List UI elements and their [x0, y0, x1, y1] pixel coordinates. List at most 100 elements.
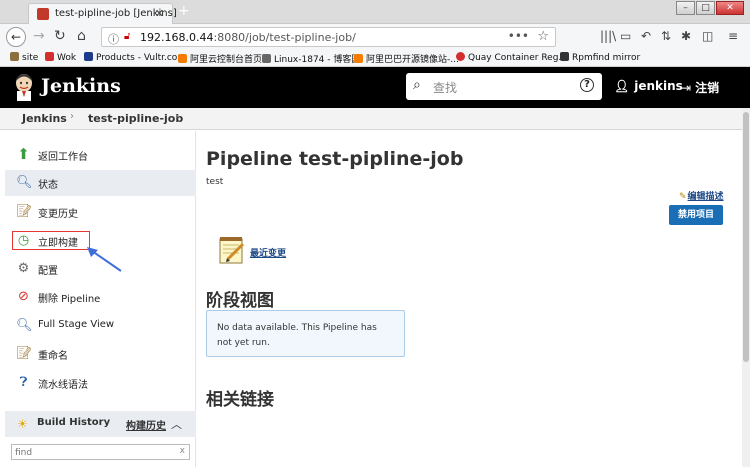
jenkins-brand[interactable]: Jenkins	[41, 75, 121, 97]
task-changes[interactable]: 📝︎ 变更历史	[5, 199, 196, 225]
edit-icon: ✎	[679, 192, 687, 202]
bookmark-item[interactable]: 阿里巴巴开源镜像站-...	[354, 52, 459, 65]
find-input[interactable]	[12, 446, 172, 460]
task-pipeline-syntax[interactable]: ❓︎ 流水线语法	[5, 370, 196, 396]
breadcrumb-job[interactable]: test-pipline-job	[88, 112, 183, 125]
bookmark-label: site	[22, 53, 39, 63]
bookmark-item[interactable]: Rpmfind mirror	[560, 52, 640, 63]
notepad-icon	[219, 237, 245, 264]
logout-icon: ⇥	[681, 81, 692, 95]
breadcrumb: Jenkins › test-pipline-job ›	[0, 108, 750, 130]
scrollbar-thumb[interactable]	[743, 112, 749, 362]
vultr-icon	[84, 52, 93, 61]
new-tab-button[interactable]: +	[178, 3, 190, 19]
url-host: 192.168.0.44	[140, 31, 214, 44]
sidebar-icon[interactable]: ▭	[620, 29, 631, 43]
clear-icon[interactable]: x	[180, 446, 185, 456]
bookmark-item[interactable]: site	[10, 52, 38, 63]
search-icon: ⌕	[413, 77, 421, 93]
task-status[interactable]: 🔍︎ 状态	[5, 170, 196, 196]
recent-changes-link[interactable]: 最近变更	[250, 246, 286, 259]
library-icon[interactable]: |||\	[600, 29, 616, 43]
aliyun-icon	[178, 54, 187, 63]
breadcrumb-jenkins[interactable]: Jenkins	[22, 112, 67, 125]
home-button[interactable]: ⌂	[77, 28, 86, 44]
bookmark-star-icon[interactable]: ☆	[537, 29, 549, 44]
page-title: Pipeline test-pipline-job	[206, 148, 464, 170]
chevron-right-icon[interactable]: ›	[175, 111, 179, 122]
undo-icon[interactable]: ↶	[641, 29, 651, 43]
bookmark-label: 阿里巴巴开源镜像站-...	[366, 55, 459, 65]
bookmark-label: Rpmfind mirror	[572, 53, 641, 63]
sun-icon: ☀	[17, 417, 28, 431]
url-text: 192.168.0.44:8080/job/test-pipline-job/	[140, 31, 356, 44]
build-history-header: ☀ Build History 构建历史 ︿	[5, 411, 196, 437]
browser-navbar: ← → ↻ ⌂ ⓘ 🔓︎ 192.168.0.44:8080/job/test-…	[0, 24, 750, 50]
url-path: :8080/job/test-pipline-job/	[213, 31, 356, 44]
help-icon: ❓︎	[19, 375, 28, 390]
stage-view-heading: 阶段视图	[206, 291, 274, 311]
bookmarks-bar: site Wok Products - Vultr.com 阿里云控制台首页 L…	[0, 50, 750, 67]
tab-close-icon[interactable]: ✕	[155, 7, 164, 20]
address-bar[interactable]: ⓘ 🔓︎ 192.168.0.44:8080/job/test-pipline-…	[101, 27, 556, 47]
edit-description-link[interactable]: ✎编辑描述	[679, 189, 724, 202]
task-label: 删除 Pipeline	[38, 294, 101, 305]
folder-icon	[10, 52, 19, 61]
aliyun-mirror-icon	[354, 54, 363, 63]
menu-icon[interactable]: ≡	[728, 29, 738, 43]
quay-icon	[456, 52, 465, 61]
task-delete-pipeline[interactable]: ⊘ 删除 Pipeline	[5, 284, 196, 310]
search-box[interactable]: ⌕ 查找 ?	[406, 73, 602, 100]
collapse-icon[interactable]: ︿	[171, 416, 182, 432]
vertical-scrollbar[interactable]	[742, 108, 750, 467]
edit-description-label: 编辑描述	[687, 192, 724, 202]
bookmark-item[interactable]: Quay Container Reg...	[456, 52, 567, 63]
bookmark-item[interactable]: Linux-1874 - 博客园	[262, 52, 360, 65]
bookmark-label: 阿里云控制台首页	[190, 55, 263, 65]
gear-icon: ⚙	[17, 261, 30, 276]
chevron-right-icon[interactable]: ›	[70, 111, 74, 122]
notepad-icon: 📝︎	[16, 204, 33, 219]
bookmark-item[interactable]: Wok	[45, 52, 76, 63]
browser-tab[interactable]: test-pipline-job [Jenkins] ✕	[28, 3, 177, 24]
disable-project-button[interactable]: 禁用项目	[669, 205, 723, 225]
task-label: 重命名	[38, 351, 68, 362]
build-trend-link[interactable]: 构建历史	[126, 417, 166, 432]
task-rename[interactable]: 📝︎ 重命名	[5, 341, 196, 367]
wok-icon	[45, 52, 54, 61]
user-link[interactable]: 👤︎ jenkins	[614, 79, 683, 93]
task-label: 配置	[38, 266, 58, 277]
task-full-stage-view[interactable]: 🔍︎ Full Stage View	[5, 313, 196, 339]
screenshot-icon[interactable]: ◫	[702, 29, 713, 43]
extension-icon[interactable]: ✱	[681, 29, 691, 43]
forward-button[interactable]: →	[33, 28, 45, 44]
logout-link[interactable]: ⇥ 注销	[681, 79, 719, 96]
cnblogs-icon	[262, 54, 271, 63]
annotation-arrow-icon	[87, 247, 122, 272]
no-data-message: No data available. This Pipeline has not…	[206, 310, 405, 357]
magnifier-icon: 🔍︎	[16, 175, 33, 190]
bookmark-item[interactable]: Products - Vultr.com	[84, 52, 186, 63]
maximize-button[interactable]: □	[696, 1, 715, 15]
task-back-to-dashboard[interactable]: ⬆ 返回工作台	[5, 142, 196, 168]
no-entry-icon: ⊘	[18, 289, 29, 304]
notepad-icon: 📝︎	[16, 346, 33, 361]
sidebar: ⬆ 返回工作台 🔍︎ 状态 📝︎ 变更历史 ◷ 立即构建 ⚙ 配置 ⊘ 删除 P…	[5, 131, 196, 467]
minimize-button[interactable]: –	[676, 1, 695, 15]
sync-icon[interactable]: ⇅	[661, 29, 671, 43]
task-label: Full Stage View	[38, 319, 115, 330]
window-close-button[interactable]: ✕	[716, 1, 744, 15]
reload-button[interactable]: ↻	[54, 28, 66, 44]
jenkins-logo-icon[interactable]	[13, 73, 35, 101]
back-button[interactable]: ←	[6, 27, 26, 47]
bookmark-item[interactable]: 阿里云控制台首页	[178, 52, 262, 65]
search-placeholder: 查找	[433, 81, 458, 95]
window-controls: – □ ✕	[675, 1, 744, 15]
page-actions-icon[interactable]: •••	[508, 29, 529, 43]
logout-label: 注销	[695, 81, 720, 95]
user-name: jenkins	[634, 79, 683, 93]
rpmfind-icon	[560, 52, 569, 61]
info-icon[interactable]: ⓘ	[108, 31, 119, 47]
task-label: 状态	[38, 180, 58, 191]
help-icon[interactable]: ?	[580, 78, 594, 92]
